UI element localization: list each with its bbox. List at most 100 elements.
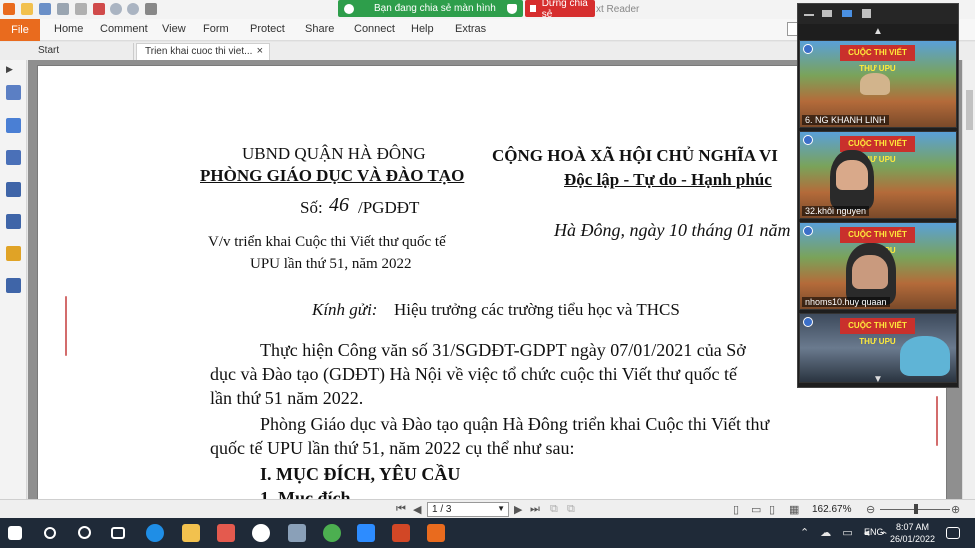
clock-time: 8:07 AM [896,522,930,532]
fit-page-icon[interactable]: ▦ [789,503,799,516]
chrome-icon[interactable] [323,524,341,542]
close-icon[interactable]: × [257,45,263,57]
participant-face [852,255,888,289]
vertical-scrollbar[interactable] [962,60,975,500]
participant-badge-icon [803,44,813,54]
menu-form[interactable]: Form [203,23,229,35]
subject-line-1: V/v triển khai Cuộc thi Viết thư quốc tế [208,234,446,250]
menu-home[interactable]: Home [54,23,83,35]
participant-video [860,73,890,95]
open-folder-icon[interactable] [21,3,33,15]
cortana-icon[interactable] [78,526,91,539]
language-indicator[interactable]: ENG [864,527,884,537]
edge-icon[interactable] [146,524,164,542]
zoom-out-icon[interactable]: ⊖ [866,503,875,516]
participant-tile[interactable]: CUỘC THI VIẾT THƯ UPU 6. NG KHANH LINH [799,40,957,128]
stop-icon [530,5,536,12]
layers-icon[interactable] [6,150,21,165]
attachment-icon[interactable] [6,214,21,229]
menu-extras[interactable]: Extras [455,23,486,35]
menu-help[interactable]: Help [411,23,434,35]
tab-document[interactable]: Trien khai cuoc thi viet... × [136,43,270,60]
search-icon[interactable] [44,527,56,539]
participant-badge-icon [803,317,813,327]
pages-icon[interactable] [6,118,21,133]
view-mode-icon[interactable] [822,10,832,17]
doc-date: Hà Đông, ngày 10 tháng 01 năm [554,220,791,240]
tab-document-label: Trien khai cuoc thi viet... [145,46,253,57]
facing-page-icon[interactable]: ▯ [769,503,775,516]
paragraph-1-line-1: Thực hiện Công văn số 31/SGDĐT-GDPT ngày… [260,340,746,360]
greeting-label: Kính gửi: [312,300,378,319]
participant-tile[interactable]: CUỘC THI VIẾT THƯ UPU [799,313,957,383]
scrollbar-thumb[interactable] [966,90,973,130]
bookmark-icon[interactable] [6,85,21,100]
menu-protect[interactable]: Protect [250,23,285,35]
single-page-icon[interactable]: ▯ [733,503,739,516]
zoom-slider-handle[interactable] [914,504,918,514]
signature-icon[interactable] [6,278,21,293]
file-explorer-icon[interactable] [182,524,200,542]
participant-face [836,160,868,190]
zoom-app-icon[interactable] [357,524,375,542]
last-page-icon[interactable]: ⏭ [530,503,540,516]
participant-tile[interactable]: CUỘC THI VIẾT THƯ UPU nhoms10.huy quaan [799,222,957,310]
next-page-icon[interactable]: ▶ [514,503,522,516]
app-title: xt Reader [596,4,640,15]
print-icon[interactable] [57,3,69,15]
paragraph-1-line-2: dục và Đào tạo (GDĐT) Hà Nội về việc tổ … [210,364,737,384]
clock[interactable]: 8:07 AM 26/01/2022 [890,521,935,545]
zoom-in-icon[interactable]: ⊕ [951,503,960,516]
first-page-icon[interactable]: ⏮ [396,503,406,516]
redo-icon[interactable] [127,3,139,15]
page-number-field[interactable]: 1 / 3 ▼ [427,502,509,517]
zoom-level[interactable]: 162.67% [812,504,851,515]
participant-name: nhoms10.huy quaan [802,297,890,307]
tab-start[interactable]: Start [30,43,134,60]
minimize-icon[interactable] [804,14,814,16]
gallery-view-icon[interactable] [862,9,871,18]
store-icon[interactable] [217,524,235,542]
prev-page-icon[interactable]: ◀ [413,503,421,516]
stop-share-label: Dừng chia sẻ [541,0,588,20]
share-status-indicator[interactable]: Bạn đang chia sẻ màn hình [338,0,523,17]
hand-tool-icon[interactable] [145,3,157,15]
paragraph-2-line-2: quốc tế UPU lần thứ 51, năm 2022 cụ thể … [210,438,575,458]
app-logo-icon [3,3,15,15]
page-indicator: 1 / 3 [432,504,452,515]
previous-view-icon[interactable]: ⧉ [550,503,558,516]
calculator-icon[interactable] [288,524,306,542]
scroll-down-icon[interactable]: ▼ [873,374,883,385]
org-name: PHÒNG GIÁO DỤC VÀ ĐÀO TẠO [200,166,465,185]
participant-name: 32.khôi nguyen [802,206,870,216]
save-icon[interactable] [39,3,51,15]
speaker-view-icon[interactable] [842,10,852,17]
continuous-page-icon[interactable]: ▭ [751,503,761,516]
share-active-icon [344,3,354,14]
new-pdf-icon[interactable] [93,3,105,15]
poster-banner: CUỘC THI VIẾT THƯ UPU [840,45,915,73]
tab-start-label: Start [38,45,60,56]
stop-share-button[interactable]: Dừng chia sẻ [525,0,595,20]
task-view-icon[interactable] [111,527,125,539]
menu-view[interactable]: View [162,23,186,35]
start-icon[interactable] [8,526,22,540]
menu-share[interactable]: Share [305,23,334,35]
lock-icon[interactable] [6,246,21,261]
pdf-reader-icon[interactable] [427,524,445,542]
messenger-icon[interactable] [252,524,270,542]
nation-motto: Độc lập - Tự do - Hạnh phúc [564,170,772,189]
participant-tile[interactable]: CUỘC THI VIẾT THƯ UPU 32.khôi nguyen [799,131,957,219]
scroll-up-icon[interactable]: ▲ [873,26,883,37]
greeting-recipient: Hiệu trưởng các trường tiểu học và THCS [394,300,680,319]
undo-icon[interactable] [110,3,122,15]
powerpoint-icon[interactable] [392,524,410,542]
comments-icon[interactable] [6,182,21,197]
notification-icon[interactable] [946,527,960,539]
next-view-icon[interactable]: ⧉ [567,503,575,516]
page-icon[interactable] [75,3,87,15]
file-menu-button[interactable]: File [0,19,40,41]
menu-comment[interactable]: Comment [100,23,148,35]
menu-connect[interactable]: Connect [354,23,395,35]
expand-panel-icon[interactable]: ▶ [6,64,21,79]
